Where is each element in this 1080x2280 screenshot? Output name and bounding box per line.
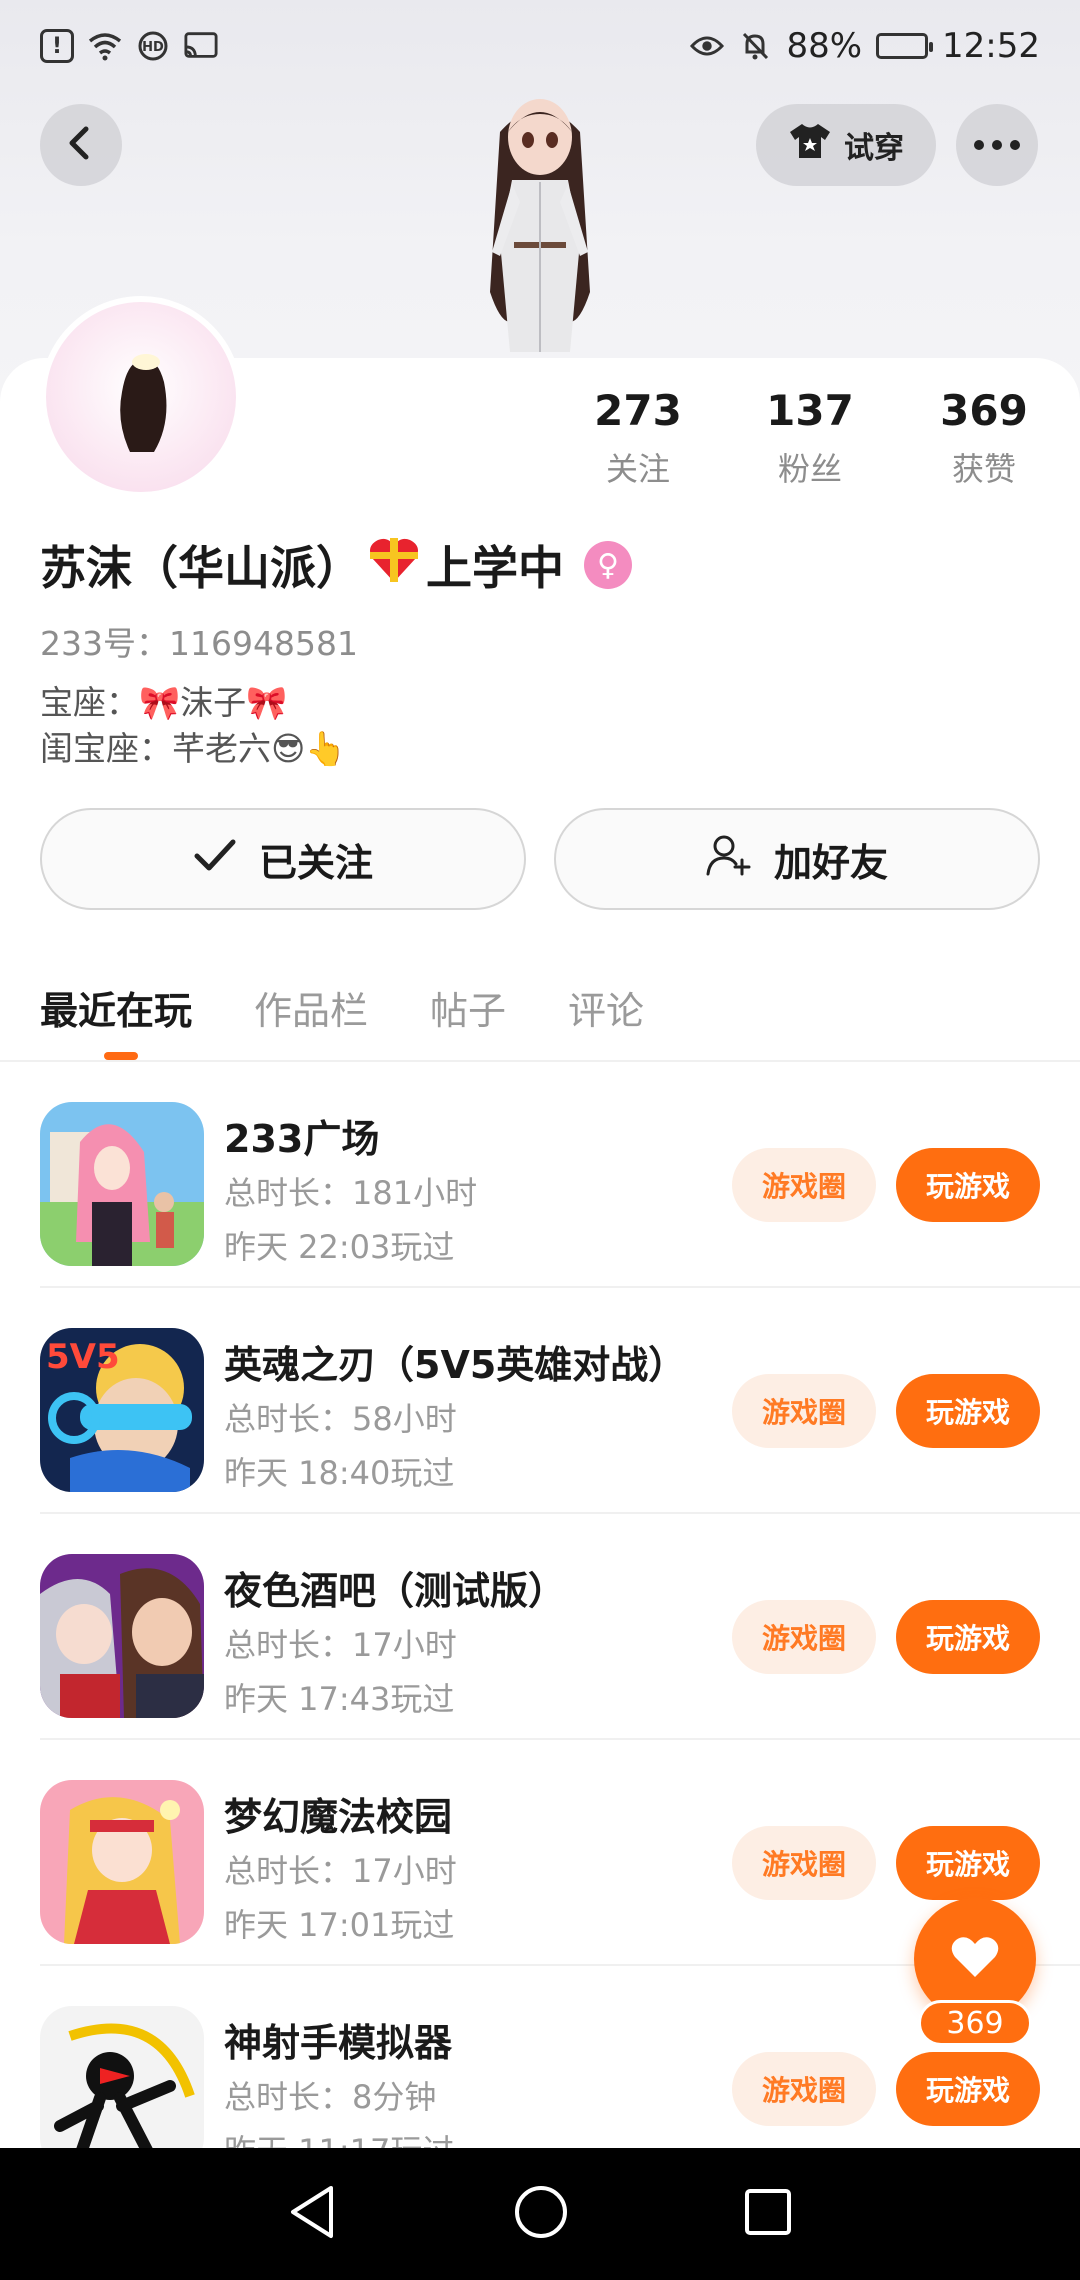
game-duration: 总时长：17小时 — [224, 1626, 457, 1664]
stat-label: 获赞 — [951, 450, 1016, 489]
check-icon — [193, 837, 237, 881]
eye-icon — [690, 29, 725, 63]
game-title: 233广场 — [224, 1117, 380, 1161]
stat-label: 关注 — [605, 450, 670, 489]
alert-icon: ! — [40, 29, 74, 63]
game-circle-button[interactable]: 游戏圈 — [732, 1826, 876, 1900]
hd-icon: HD — [136, 29, 170, 63]
game-list-item[interactable]: 神射手模拟器 总时长：8分钟 昨天 11:17玩过 游戏圈 玩游戏 — [0, 1966, 1080, 2148]
game-last-played: 昨天 17:01玩过 — [224, 1906, 455, 1944]
play-game-button[interactable]: 玩游戏 — [896, 1826, 1040, 1900]
play-game-button[interactable]: 玩游戏 — [896, 2052, 1040, 2126]
game-icon — [40, 2006, 204, 2148]
game-title: 梦幻魔法校园 — [224, 1795, 453, 1839]
game-list-item[interactable]: 梦幻魔法校园 总时长：17小时 昨天 17:01玩过 游戏圈 玩游戏 — [0, 1740, 1080, 1966]
game-icon — [40, 1554, 204, 1718]
stat-label: 粉丝 — [777, 450, 842, 489]
game-duration: 总时长：58小时 — [224, 1400, 457, 1438]
game-title: 英魂之刃（5V5英雄对战） — [224, 1343, 687, 1387]
add-friend-label: 加好友 — [773, 840, 888, 885]
more-icon — [973, 136, 1021, 155]
back-icon — [66, 125, 96, 165]
tab-recent-play[interactable]: 最近在玩 — [40, 980, 192, 1035]
add-friend-button[interactable]: 加好友 — [554, 808, 1040, 910]
battery-percent: 88% — [786, 26, 863, 66]
game-icon — [40, 1780, 204, 1944]
shirt-icon — [788, 122, 832, 168]
like-count: 369 — [918, 2000, 1032, 2046]
mute-icon — [738, 29, 772, 63]
game-icon — [40, 1102, 204, 1266]
play-game-button[interactable]: 玩游戏 — [896, 1374, 1040, 1448]
stat-value: 137 — [766, 386, 854, 435]
user-name-suffix: 上学中 — [426, 541, 564, 595]
tab-comments[interactable]: 评论 — [568, 980, 644, 1035]
status-bar: ! HD 88% 12:52 — [0, 0, 1080, 92]
add-user-icon — [706, 834, 752, 885]
game-list-item[interactable]: 夜色酒吧（测试版） 总时长：17小时 昨天 17:43玩过 游戏圈 玩游戏 — [0, 1514, 1080, 1740]
svg-text:HD: HD — [142, 40, 164, 55]
avatar-figure[interactable] — [440, 92, 640, 362]
user-id: 233号：116948581 — [40, 624, 358, 663]
game-circle-button[interactable]: 游戏圈 — [732, 1374, 876, 1448]
game-circle-button[interactable]: 游戏圈 — [732, 1600, 876, 1674]
game-title: 神射手模拟器 — [224, 2021, 453, 2065]
nav-back-icon[interactable] — [287, 2184, 339, 2244]
stat-value: 369 — [940, 386, 1028, 435]
user-name: 苏沫（华山派） — [40, 541, 362, 595]
play-game-button[interactable]: 玩游戏 — [896, 1600, 1040, 1674]
game-title: 夜色酒吧（测试版） — [224, 1569, 567, 1613]
stat-fans[interactable]: 137 粉丝 — [740, 386, 880, 490]
clock: 12:52 — [942, 26, 1040, 66]
try-on-button[interactable]: 试穿 — [756, 104, 936, 186]
game-duration: 总时长：8分钟 — [224, 2078, 437, 2116]
game-last-played: 昨天 22:03玩过 — [224, 1228, 455, 1266]
avatar[interactable] — [40, 296, 242, 498]
female-icon: ♀ — [584, 541, 632, 589]
game-duration: 总时长：17小时 — [224, 1852, 457, 1890]
game-last-played: 昨天 17:43玩过 — [224, 1680, 455, 1718]
game-duration: 总时长：181小时 — [224, 1174, 478, 1212]
svg-text:5V5: 5V5 — [46, 1337, 120, 1377]
game-circle-button[interactable]: 游戏圈 — [732, 1148, 876, 1222]
bio-line: 闺宝座：芊老六😎👆 — [40, 729, 347, 768]
followed-label: 已关注 — [258, 840, 373, 885]
followed-button[interactable]: 已关注 — [40, 808, 526, 910]
battery-icon — [876, 33, 934, 59]
user-name-row: 苏沫（华山派） 上学中 ♀ — [40, 532, 632, 598]
profile-tabs: 最近在玩 作品栏 帖子 评论 — [40, 980, 644, 1035]
stat-following[interactable]: 273 关注 — [568, 386, 708, 490]
heart-gift-icon — [368, 536, 420, 595]
cast-icon — [184, 29, 218, 63]
more-button[interactable] — [956, 104, 1038, 186]
game-icon: 5V5 — [40, 1328, 204, 1492]
bio-line: 宝座：🎀沫子🎀 — [40, 683, 288, 722]
nav-home-icon[interactable] — [513, 2184, 569, 2244]
play-game-button[interactable]: 玩游戏 — [896, 1148, 1040, 1222]
back-button[interactable] — [40, 104, 122, 186]
try-on-label: 试穿 — [844, 131, 904, 166]
game-last-played: 昨天 18:40玩过 — [224, 1454, 455, 1492]
system-nav-bar — [0, 2148, 1080, 2280]
game-last-played: 昨天 11:17玩过 — [224, 2126, 454, 2148]
game-list-item[interactable]: 233广场 总时长：181小时 昨天 22:03玩过 游戏圈 玩游戏 — [0, 1062, 1080, 1288]
stat-value: 273 — [594, 386, 682, 435]
game-circle-button[interactable]: 游戏圈 — [732, 2052, 876, 2126]
heart-icon — [950, 1935, 1000, 1983]
game-list-item[interactable]: 5V5 英魂之刃（5V5英雄对战） 总时长：58小时 昨天 18:40玩过 游戏… — [0, 1288, 1080, 1514]
status-left: ! HD — [40, 29, 218, 63]
status-right: 88% 12:52 — [690, 26, 1040, 66]
wifi-icon — [88, 29, 122, 63]
nav-recents-icon[interactable] — [743, 2187, 793, 2241]
tab-works[interactable]: 作品栏 — [254, 980, 368, 1035]
tab-posts[interactable]: 帖子 — [430, 980, 506, 1035]
stat-likes[interactable]: 369 获赞 — [914, 386, 1054, 490]
tab-indicator — [104, 1052, 138, 1060]
